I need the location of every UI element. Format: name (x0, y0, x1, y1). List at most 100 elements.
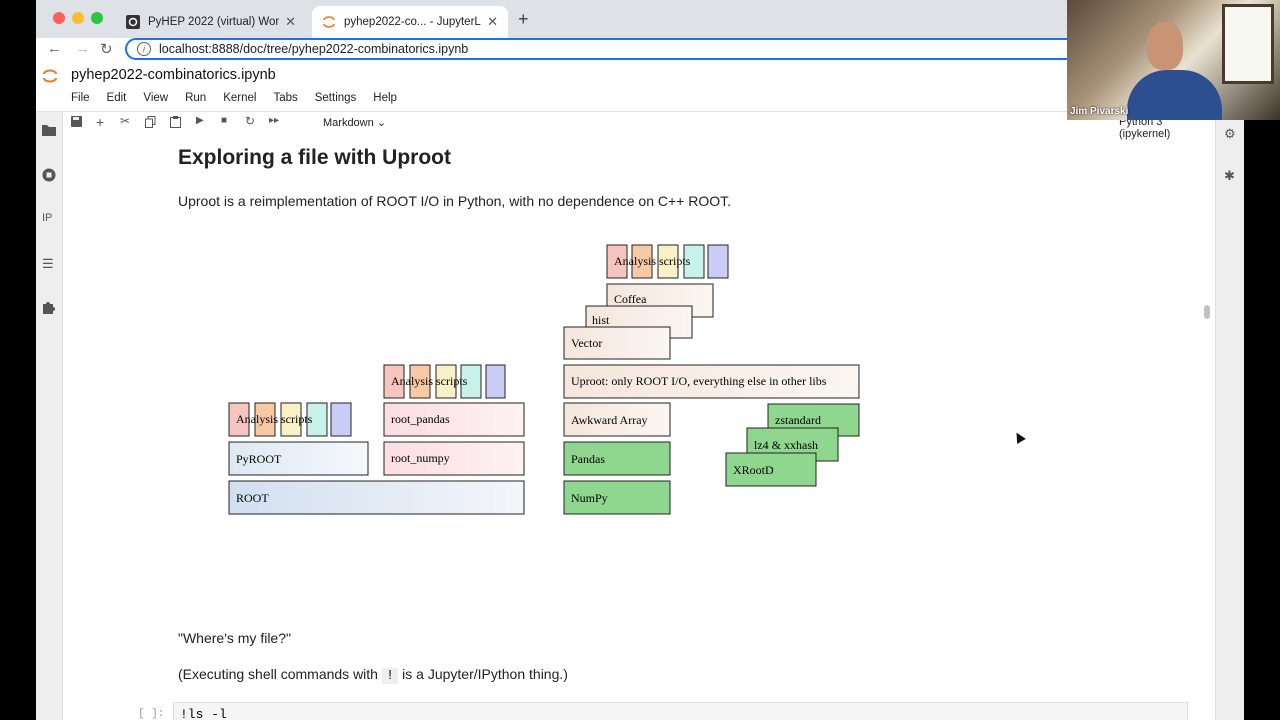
close-tab-icon[interactable]: ✕ (487, 14, 498, 30)
cell-type-value: Markdown (323, 117, 374, 129)
shell-note-before: (Executing shell commands with (178, 666, 382, 682)
debugger-icon[interactable]: ✱ (1224, 168, 1235, 184)
stop-icon[interactable]: ■ (221, 115, 227, 126)
root-numpy-box: root_numpy (383, 441, 525, 476)
awkward-label: Awkward Array (571, 413, 648, 427)
copy-icon[interactable] (145, 116, 156, 131)
numpy-box: NumPy (563, 480, 671, 515)
top-analysis-label: Analysis scripts (614, 254, 691, 268)
shell-note-code: ! (381, 668, 399, 684)
zoom-window-button[interactable] (91, 12, 103, 24)
mid-analysis-label: Analysis scripts (391, 374, 468, 388)
awkward-box: Awkward Array (563, 402, 671, 437)
tab-strip: PyHEP 2022 (virtual) Worksho ✕ pyhep2022… (36, 0, 1244, 38)
code-cell[interactable]: !ls -l (173, 702, 1188, 720)
cut-icon[interactable]: ✂ (120, 114, 130, 128)
menu-view[interactable]: View (143, 92, 168, 104)
indico-favicon-icon (126, 15, 140, 29)
gear-icon[interactable]: ⚙ (1224, 126, 1236, 142)
xrootd-label: XRootD (733, 463, 774, 477)
notebook-toolbar: + ✂ ▶ ■ ↻ ▸▸ Markdown ⌄ Python 3 (ipyker… (63, 112, 1235, 140)
left-analysis-label: Analysis scripts (236, 412, 313, 426)
uproot-box: Uproot: only ROOT I/O, everything else i… (563, 364, 860, 399)
run-icon[interactable]: ▶ (196, 115, 204, 126)
menu-edit[interactable]: Edit (107, 92, 127, 104)
close-window-button[interactable] (53, 12, 65, 24)
menu-file[interactable]: File (71, 92, 90, 104)
url-text: localhost:8888/doc/tree/pyhep2022-combin… (159, 42, 469, 56)
screen: PyHEP 2022 (virtual) Worksho ✕ pyhep2022… (36, 0, 1244, 720)
site-info-icon[interactable]: i (137, 42, 151, 56)
question-text: "Where's my file?" (178, 630, 291, 646)
root-pandas-label: root_pandas (391, 412, 450, 426)
presenter-shirt (1127, 70, 1222, 120)
zstandard-label: zstandard (775, 413, 821, 427)
toc-icon[interactable]: ☰ (42, 256, 54, 272)
jupyter-logo-icon (43, 69, 57, 83)
save-icon[interactable] (71, 116, 82, 130)
right-sidebar: ⚙ ✱ (1215, 112, 1244, 720)
menu-bar: File Edit View Run Kernel Tabs Settings … (71, 92, 397, 104)
coffea-label: Coffea (614, 292, 647, 306)
notebook-title: pyhep2022-combinatorics.ipynb (71, 67, 276, 83)
xrootd-box: XRootD (725, 452, 817, 487)
property-inspector-icon[interactable]: IP (42, 212, 52, 224)
chevron-down-icon: ⌄ (376, 117, 387, 129)
pyroot-box: PyROOT (228, 441, 369, 476)
run-all-icon[interactable]: ▸▸ (269, 115, 279, 126)
vector-label: Vector (571, 336, 602, 350)
mouse-cursor-icon (1012, 430, 1026, 444)
folder-icon[interactable] (42, 124, 56, 139)
restart-icon[interactable]: ↻ (245, 114, 255, 128)
presenter-name: Jim Pivarski (1070, 106, 1129, 117)
hist-label: hist (592, 313, 610, 327)
root-pandas-box: root_pandas (383, 402, 525, 437)
jupyter-favicon-icon (323, 16, 335, 28)
cell-prompt: [ ]: (138, 708, 165, 720)
uproot-label: Uproot: only ROOT I/O, everything else i… (571, 374, 827, 388)
menu-settings[interactable]: Settings (315, 92, 357, 104)
mid-analysis-scripts: Analysis scripts (383, 364, 506, 399)
root-label: ROOT (236, 491, 269, 505)
pandas-label: Pandas (571, 452, 605, 466)
menu-run[interactable]: Run (185, 92, 206, 104)
tab-title: pyhep2022-co... - JupyterLab (344, 16, 482, 28)
pyroot-label: PyROOT (236, 452, 282, 466)
shell-note-after: is a Jupyter/IPython thing.) (398, 666, 568, 682)
webcam-overlay: Jim Pivarski (1067, 0, 1280, 120)
extensions-icon[interactable] (42, 300, 56, 317)
left-analysis-scripts: Analysis scripts (228, 402, 352, 437)
root-numpy-label: root_numpy (391, 451, 450, 465)
notebook-heading: Exploring a file with Uproot (178, 146, 451, 169)
menu-kernel[interactable]: Kernel (223, 92, 256, 104)
code-text: !ls -l (180, 707, 227, 720)
tab-pyhep-workshop[interactable]: PyHEP 2022 (virtual) Worksho ✕ (116, 6, 306, 38)
tab-title: PyHEP 2022 (virtual) Worksho (148, 16, 280, 28)
top-analysis-scripts: Analysis scripts (606, 244, 729, 279)
vector-box: Vector (563, 326, 671, 360)
reload-icon[interactable]: ↻ (100, 40, 113, 58)
paste-icon[interactable] (170, 116, 181, 131)
close-tab-icon[interactable]: ✕ (285, 14, 296, 30)
menu-tabs[interactable]: Tabs (273, 92, 297, 104)
cell-type-select[interactable]: Markdown ⌄ (323, 116, 386, 129)
back-icon[interactable]: ← (47, 40, 62, 57)
lz4-label: lz4 & xxhash (754, 438, 818, 452)
presenter-head (1147, 22, 1183, 70)
menu-help[interactable]: Help (373, 92, 397, 104)
left-sidebar: IP ☰ (36, 112, 63, 720)
numpy-label: NumPy (571, 491, 608, 505)
scrollbar-thumb[interactable] (1204, 305, 1210, 319)
running-icon[interactable] (42, 168, 56, 185)
intro-text: Uproot is a reimplementation of ROOT I/O… (178, 193, 732, 209)
root-box: ROOT (228, 480, 525, 515)
window-image (1222, 4, 1274, 84)
new-tab-icon[interactable]: + (518, 9, 529, 30)
architecture-diagram: Analysis scripts PyROOT ROOT Analysis sc… (228, 244, 860, 515)
shell-note: (Executing shell commands with ! is a Ju… (178, 666, 568, 684)
tab-jupyterlab[interactable]: pyhep2022-co... - JupyterLab ✕ (312, 6, 508, 38)
minimize-window-button[interactable] (72, 12, 84, 24)
forward-icon[interactable]: → (75, 40, 90, 57)
pandas-box: Pandas (563, 441, 671, 476)
insert-cell-icon[interactable]: + (96, 114, 104, 130)
